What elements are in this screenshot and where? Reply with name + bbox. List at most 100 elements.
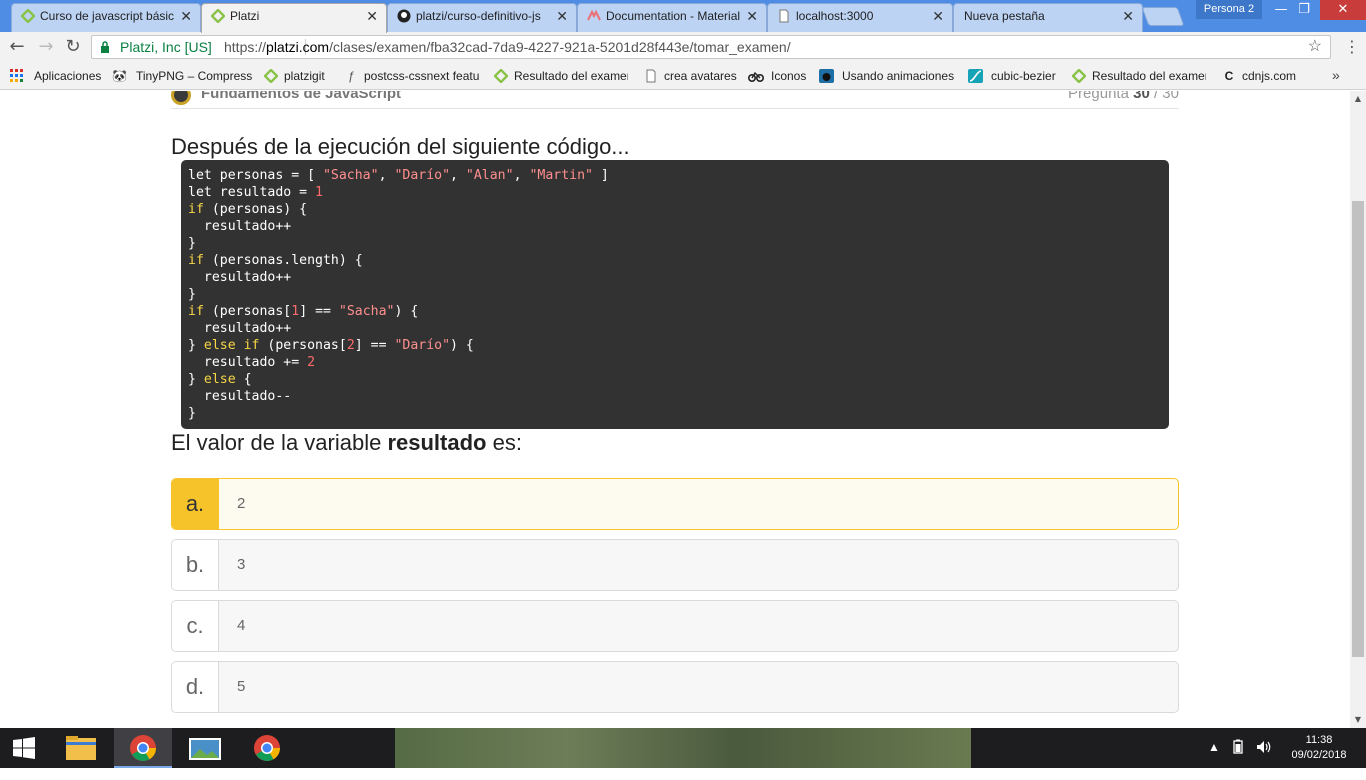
bookmark-label: Aplicaciones — [34, 69, 102, 83]
course-name: Fundamentos de JavaScript — [201, 91, 402, 102]
answer-option-b[interactable]: b. 3 — [171, 539, 1179, 591]
desktop-wallpaper-peek — [395, 728, 971, 768]
tab-title: Nueva pestaña — [964, 9, 1045, 23]
code-line: } else if (personas[2] == "Darío") { — [188, 337, 1162, 354]
tab-platzi[interactable]: Platzi ✕ — [201, 3, 387, 33]
code-line: resultado++ — [188, 269, 1162, 286]
reload-icon[interactable]: ↻ — [62, 36, 84, 58]
chrome-taskbar-icon[interactable] — [114, 728, 172, 768]
option-letter: a. — [172, 479, 219, 529]
tab-materialize[interactable]: Documentation - Materialize ✕ — [577, 3, 767, 32]
option-letter: c. — [172, 601, 219, 651]
file-explorer-icon[interactable] — [52, 728, 110, 768]
code-line: resultado++ — [188, 218, 1162, 235]
apps-grid-icon — [10, 69, 24, 83]
tab-close-icon[interactable]: ✕ — [556, 4, 568, 28]
page-content: Fundamentos de JavaScript Pregunta 30 / … — [0, 91, 1350, 728]
code-token: ] — [592, 168, 609, 183]
materialize-icon — [587, 9, 601, 21]
clock-time: 11:38 — [1305, 734, 1333, 746]
scroll-down-icon[interactable]: ▼ — [1350, 712, 1366, 728]
profile-button[interactable]: Persona 2 — [1196, 0, 1262, 19]
answer-option-a[interactable]: a. 2 — [171, 478, 1179, 530]
answer-option-c[interactable]: c. 4 — [171, 600, 1179, 652]
option-letter: b. — [172, 540, 219, 590]
platzi-icon — [494, 68, 509, 84]
code-token: "Darío" — [394, 168, 451, 183]
code-token: , — [450, 168, 466, 183]
photos-icon[interactable] — [176, 728, 234, 768]
tab-strip: Curso de javascript básico ✕ Platzi ✕ pl… — [0, 0, 1366, 33]
code-line: } else { — [188, 371, 1162, 388]
scroll-up-icon[interactable]: ▲ — [1350, 91, 1366, 107]
tab-nueva-pestana[interactable]: Nueva pestaña ✕ — [953, 3, 1143, 32]
code-token: resultado++ — [188, 219, 292, 234]
back-icon[interactable]: ← — [6, 36, 28, 58]
tab-title: Platzi — [230, 9, 260, 23]
tab-title: localhost:3000 — [796, 9, 874, 23]
bookmark-postcss[interactable]: ƒ postcss-cssnext featu — [344, 68, 482, 84]
code-token: 2 — [346, 338, 355, 353]
code-token: 1 — [315, 185, 323, 200]
maximize-button[interactable]: ❐ — [1287, 0, 1321, 20]
question-total: / 30 — [1153, 91, 1179, 102]
code-line: resultado++ — [188, 320, 1162, 337]
tab-close-icon[interactable]: ✕ — [932, 4, 944, 28]
bookmark-label: cubic-bezier — [991, 69, 1056, 83]
bookmark-resultado-2[interactable]: Resultado del examen — [1072, 68, 1206, 84]
code-token: , — [513, 168, 530, 183]
volume-icon[interactable] — [1255, 739, 1273, 779]
forward-icon[interactable]: → — [35, 36, 57, 58]
bookmark-label: platzigit — [284, 69, 325, 83]
new-tab-button[interactable] — [1141, 7, 1185, 26]
tab-localhost[interactable]: localhost:3000 ✕ — [767, 3, 953, 32]
bookmark-resultado-1[interactable]: Resultado del examen — [494, 68, 628, 84]
tab-curso-javascript[interactable]: Curso de javascript básico ✕ — [11, 3, 201, 32]
answer-option-d[interactable]: d. 5 — [171, 661, 1179, 713]
code-line: } — [188, 286, 1162, 303]
code-block: let personas = [ "Sacha", "Darío", "Alan… — [181, 160, 1169, 429]
question-variable: resultado — [387, 430, 487, 455]
battery-icon[interactable] — [1230, 739, 1246, 779]
code-line: } — [188, 405, 1162, 422]
code-line: let resultado = 1 — [188, 184, 1162, 201]
menu-dots-icon[interactable]: ⋮ — [1344, 37, 1360, 57]
tab-github[interactable]: platzi/curso-definitivo-js ✕ — [387, 3, 577, 32]
code-token: ] == — [299, 304, 339, 319]
code-token: } — [188, 236, 196, 251]
code-line: let personas = [ "Sacha", "Darío", "Alan… — [188, 167, 1162, 184]
scroll-thumb[interactable] — [1352, 201, 1364, 657]
windows-start-icon[interactable] — [0, 728, 48, 768]
bookmark-platzigit[interactable]: platzigit — [264, 68, 336, 84]
window-close-button[interactable]: ✕ — [1320, 0, 1366, 20]
code-token: resultado++ — [188, 321, 292, 336]
tab-close-icon[interactable]: ✕ — [366, 4, 378, 28]
option-value: 3 — [237, 556, 246, 573]
bookmark-crea-avatares[interactable]: crea avatares — [644, 68, 740, 84]
tab-title: Documentation - Materialize — [606, 9, 740, 23]
bookmark-iconos[interactable]: Iconos — [748, 68, 810, 84]
bookmark-cdnjs[interactable]: C cdnjs.com — [1222, 68, 1302, 84]
chrome-profile-icon[interactable] — [238, 728, 296, 768]
taskbar-clock[interactable]: 11:38 09/02/2018 — [1284, 733, 1354, 763]
bookmark-cubic-bezier[interactable]: cubic-bezier — [968, 68, 1060, 84]
code-line: resultado-- — [188, 388, 1162, 405]
tab-close-icon[interactable]: ✕ — [180, 4, 192, 28]
bookmarks-overflow-icon[interactable]: » — [1332, 67, 1340, 83]
code-token: resultado-- — [188, 389, 292, 404]
code-token: } — [188, 338, 204, 353]
bookmark-tinypng[interactable]: 🐼 TinyPNG – Compress — [112, 68, 252, 84]
platzi-icon — [211, 9, 225, 23]
bookmarks-bar: Aplicaciones 🐼 TinyPNG – Compress platzi… — [0, 62, 1366, 90]
bookmark-star-icon[interactable]: ☆ — [1308, 36, 1322, 58]
page-icon — [644, 69, 658, 83]
bookmark-aplicaciones[interactable]: Aplicaciones — [10, 68, 105, 84]
bookmark-label: Resultado del examen — [514, 69, 628, 83]
tab-close-icon[interactable]: ✕ — [1122, 4, 1134, 28]
tray-chevron-icon[interactable]: ▲ — [1208, 740, 1220, 780]
address-bar[interactable]: Platzi, Inc [US] https://platzi.com/clas… — [91, 35, 1331, 59]
option-letter: d. — [172, 662, 219, 712]
tab-close-icon[interactable]: ✕ — [746, 4, 758, 28]
bookmark-usando-animaciones[interactable]: Usando animaciones — [819, 68, 955, 84]
page-scrollbar[interactable]: ▲ ▼ — [1350, 91, 1366, 728]
